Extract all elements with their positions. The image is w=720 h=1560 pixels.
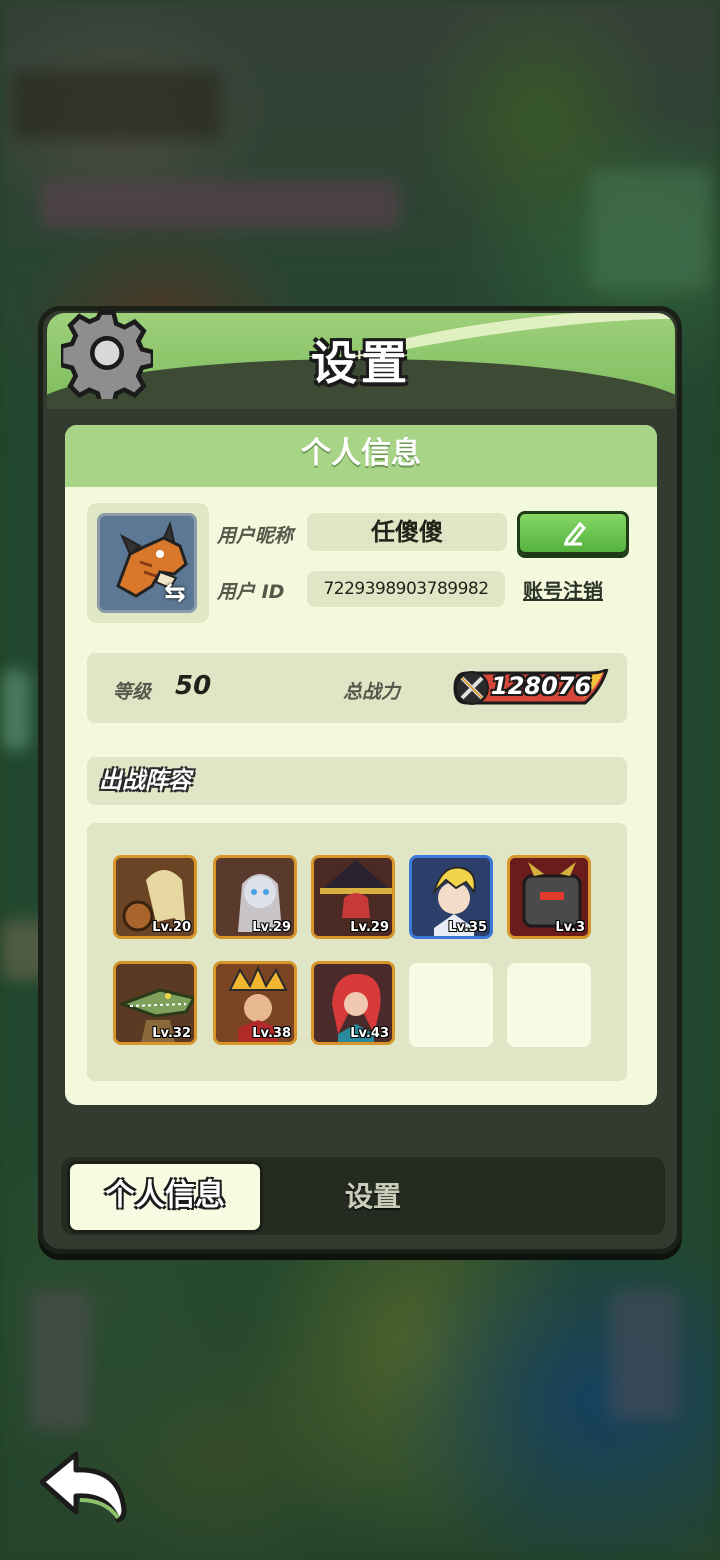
level-value: 50	[175, 671, 212, 701]
hero-slot-2[interactable]: Lv.29	[213, 855, 297, 939]
avatar-frame[interactable]: ⇆	[87, 503, 209, 623]
avatar[interactable]: ⇆	[97, 513, 197, 613]
hero-level: Lv.3	[555, 920, 585, 935]
hero-level: Lv.29	[350, 920, 389, 935]
nickname-label: 用户昵称	[217, 525, 294, 547]
power-label: 总战力	[343, 681, 401, 703]
section-title: 个人信息	[65, 425, 657, 487]
power-badge: 128076	[453, 669, 609, 707]
pencil-icon	[564, 521, 587, 546]
user-id-label: 用户 ID	[217, 581, 285, 603]
nickname-field: 任傻傻	[307, 513, 507, 551]
hero-level: Lv.35	[448, 920, 487, 935]
level-label: 等级	[113, 681, 152, 703]
power-value: 128076	[491, 672, 592, 700]
tab-settings[interactable]: 设置	[293, 1161, 453, 1233]
hero-slot-5[interactable]: Lv.3	[507, 855, 591, 939]
hero-slot-empty[interactable]	[409, 963, 493, 1047]
settings-panel: 设置 个人信息 ⇆ 用户昵称 任傻傻 用户 ID 722939890378998…	[38, 306, 682, 1254]
hero-level: Lv.29	[252, 920, 291, 935]
user-id-field: 7229398903789982	[307, 571, 505, 607]
edit-nickname-button[interactable]	[517, 511, 629, 555]
hero-slot-1[interactable]: Lv.20	[113, 855, 197, 939]
swap-icon[interactable]: ⇆	[164, 580, 190, 606]
stats-row: 等级 50 总战力 128076	[87, 653, 627, 723]
lineup-grid: Lv.20 Lv.29 Lv.29 Lv.35 Lv.3 Lv.32 Lv.38…	[87, 823, 627, 1081]
tab-bar: 个人信息 设置	[61, 1157, 665, 1235]
hero-slot-3[interactable]: Lv.29	[311, 855, 395, 939]
hero-slot-8[interactable]: Lv.43	[311, 961, 395, 1045]
hero-slot-7[interactable]: Lv.38	[213, 961, 297, 1045]
hero-level: Lv.32	[152, 1026, 191, 1041]
hero-level: Lv.43	[350, 1026, 389, 1041]
gear-icon	[61, 310, 153, 399]
hero-slot-4[interactable]: Lv.35	[409, 855, 493, 939]
profile-card: 个人信息 ⇆ 用户昵称 任傻傻 用户 ID 7229398903789982 账…	[65, 425, 657, 1105]
hero-slot-6[interactable]: Lv.32	[113, 961, 197, 1045]
hero-slot-empty[interactable]	[507, 963, 591, 1047]
hero-level: Lv.20	[152, 920, 191, 935]
cancel-account-link[interactable]: 账号注销	[523, 575, 603, 604]
hero-level: Lv.38	[252, 1026, 291, 1041]
tab-profile[interactable]: 个人信息	[67, 1161, 263, 1233]
lineup-title: 出战阵容	[87, 757, 627, 805]
back-arrow-icon[interactable]	[36, 1448, 132, 1526]
